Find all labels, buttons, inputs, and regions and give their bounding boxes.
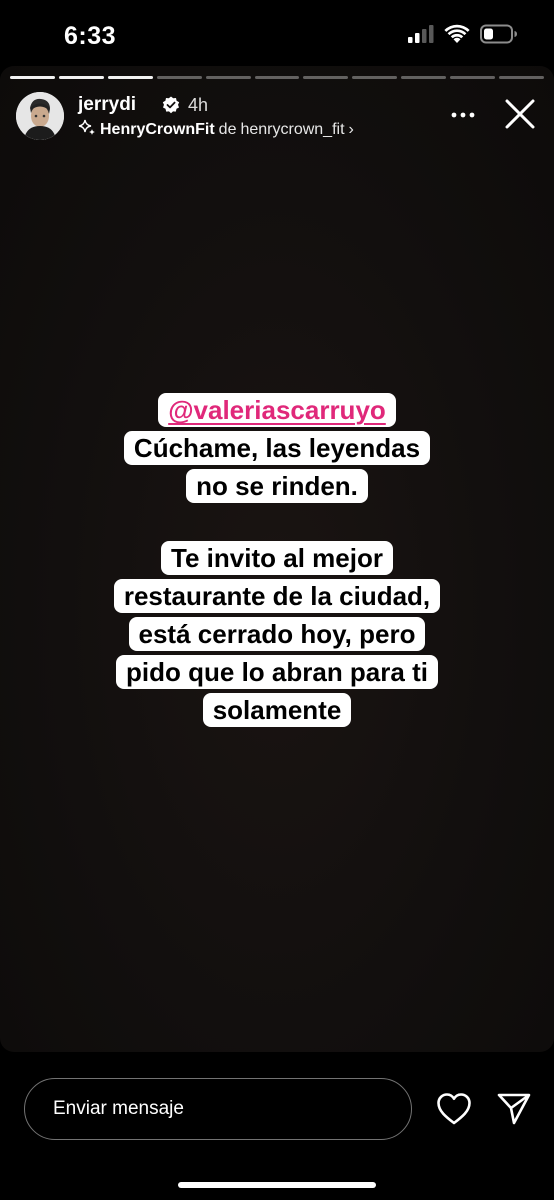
caption-line: Cúchame, las leyendas	[123, 431, 431, 465]
story-progress-bar	[10, 76, 544, 79]
caption-line: Te invito al mejor	[161, 541, 393, 575]
more-dots-icon	[451, 112, 475, 118]
status-time: 6:33	[64, 22, 117, 50]
like-button[interactable]	[436, 1092, 472, 1126]
status-bar: 6:33	[0, 0, 554, 66]
progress-segment	[205, 76, 251, 79]
story-viewer[interactable]: jerrydi 4h HenryCrownFit de henrycrown_f…	[0, 66, 554, 1052]
progress-segment	[107, 76, 153, 79]
story-time-ago: 4h	[188, 95, 209, 115]
progress-segment	[10, 76, 55, 79]
caption-line: no se rinden.	[186, 469, 368, 503]
caption-line: solamente	[202, 693, 352, 727]
progress-segment	[254, 76, 300, 79]
caption-line: está cerrado hoy, pero	[128, 617, 426, 651]
close-button[interactable]	[502, 96, 538, 132]
progress-segment	[401, 76, 447, 79]
music-title: HenryCrownFit	[100, 120, 215, 138]
wifi-icon	[444, 24, 470, 49]
home-indicator	[178, 1182, 376, 1188]
progress-segment	[450, 76, 496, 79]
chevron-right-icon: ›	[348, 120, 354, 138]
caption-block-1: @valeriascarruyo Cúchame, las leyendas n…	[0, 392, 554, 506]
music-separator: de	[218, 120, 237, 138]
progress-segment	[156, 76, 202, 79]
send-button[interactable]	[496, 1092, 532, 1126]
message-input[interactable]	[25, 1079, 411, 1139]
message-field[interactable]	[24, 1078, 412, 1140]
system-icons	[408, 24, 518, 49]
heart-icon	[437, 1093, 471, 1125]
story-header: jerrydi 4h HenryCrownFit de henrycrown_f…	[16, 92, 538, 144]
avatar[interactable]	[16, 92, 64, 140]
music-author: henrycrown_fit	[240, 120, 345, 138]
progress-segment	[352, 76, 398, 79]
mention-link[interactable]: @valeriascarruyo	[168, 395, 386, 425]
story-username[interactable]: jerrydi	[78, 94, 136, 116]
sparkle-icon	[78, 118, 96, 141]
mention-sticker[interactable]: @valeriascarruyo	[158, 393, 396, 427]
send-icon	[497, 1093, 531, 1125]
signal-icon	[408, 25, 434, 48]
caption-line: pido que lo abran para ti	[116, 655, 438, 689]
battery-icon	[480, 24, 518, 49]
caption-block-2: Te invito al mejor restaurante de la ciu…	[0, 540, 554, 730]
more-options-button[interactable]	[448, 100, 478, 130]
progress-segment	[58, 76, 104, 79]
verified-badge-icon	[162, 96, 180, 119]
progress-segment	[303, 76, 349, 79]
close-icon	[505, 99, 535, 129]
caption-line: restaurante de la ciudad,	[113, 579, 441, 613]
music-attribution[interactable]: HenryCrownFit de henrycrown_fit ›	[78, 118, 354, 141]
progress-segment	[499, 76, 544, 79]
